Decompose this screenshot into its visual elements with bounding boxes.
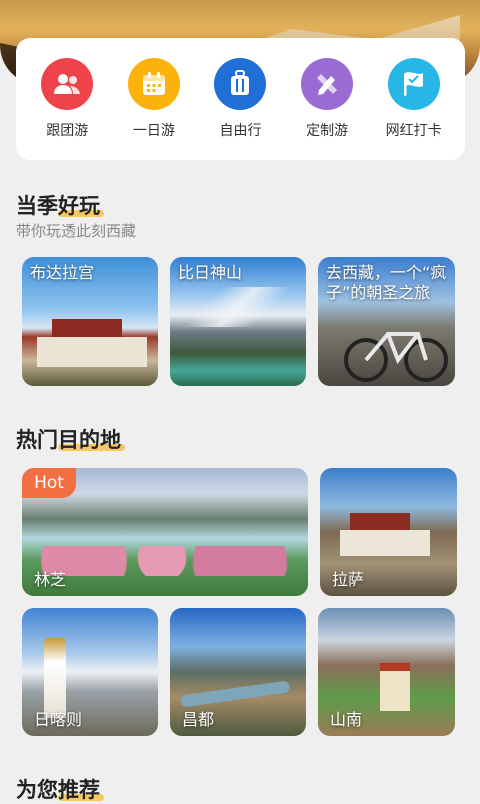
- destination-card-lhasa[interactable]: 拉萨: [320, 468, 457, 596]
- quick-nav-checkin[interactable]: 网红打卡: [374, 58, 454, 140]
- seasonal-card-biri-mountain[interactable]: 比日神山: [170, 257, 306, 386]
- quick-nav-day-trip[interactable]: 一日游: [114, 58, 194, 140]
- quick-nav-label: 自由行: [219, 123, 262, 139]
- destination-card-changdu[interactable]: 昌都: [170, 608, 306, 736]
- card-caption: 日喀则: [34, 710, 83, 729]
- card-caption: 林芝: [34, 570, 67, 589]
- quick-nav-custom-tour[interactable]: 定制游: [287, 58, 367, 140]
- destination-card-shannan[interactable]: 山南: [318, 608, 455, 736]
- quick-nav-free-travel[interactable]: 自由行: [200, 58, 280, 140]
- quick-nav-label: 定制游: [306, 123, 349, 139]
- card-caption: 拉萨: [332, 570, 365, 589]
- luggage-icon: [214, 58, 267, 110]
- card-caption: 布达拉宫: [30, 263, 95, 282]
- card-caption: 昌都: [182, 710, 215, 729]
- quick-nav-label: 网红打卡: [385, 123, 442, 139]
- seasonal-card-pilgrimage[interactable]: 去西藏，一个“疯子”的朝圣之旅: [318, 257, 455, 386]
- calendar-icon: [127, 58, 180, 110]
- section-title-destinations: 热门目的地: [16, 428, 121, 452]
- quick-nav-card: 跟团游 一日游 自由行 定制游 网红打卡: [16, 38, 465, 160]
- quick-nav-label: 一日游: [132, 123, 175, 139]
- card-caption: 山南: [330, 710, 363, 729]
- card-caption: 比日神山: [178, 263, 243, 282]
- group-people-icon: [41, 58, 94, 110]
- flag-icon: [387, 58, 440, 110]
- pencil-icon: [301, 58, 354, 110]
- hot-badge: Hot: [22, 468, 76, 498]
- seasonal-card-potala[interactable]: 布达拉宫: [22, 257, 158, 386]
- section-title-seasonal: 当季好玩: [16, 194, 100, 218]
- destination-card-shigatse[interactable]: 日喀则: [22, 608, 158, 736]
- section-subtitle-seasonal: 带你玩透此刻西藏: [16, 222, 137, 240]
- quick-nav-label: 跟团游: [46, 123, 89, 139]
- destination-card-linzhi[interactable]: Hot 林芝: [22, 468, 308, 596]
- card-caption: 去西藏，一个“疯子”的朝圣之旅: [326, 263, 447, 302]
- quick-nav-group-tour[interactable]: 跟团游: [27, 58, 107, 140]
